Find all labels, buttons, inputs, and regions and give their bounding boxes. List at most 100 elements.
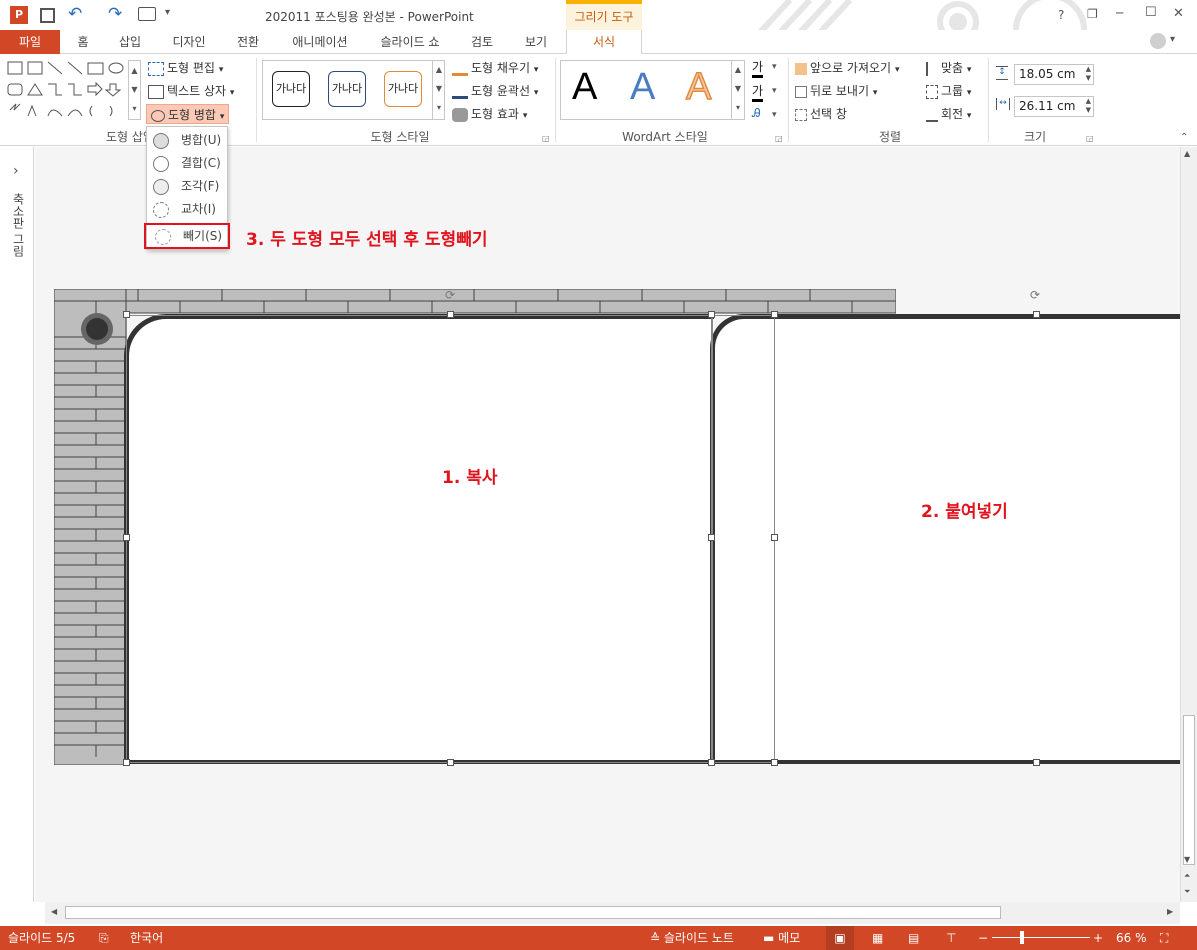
text-fill-button[interactable]: 가 (752, 58, 764, 78)
width-spinner[interactable]: ▲ ▼ (1086, 97, 1091, 115)
close-button[interactable]: ✕ (1173, 6, 1184, 21)
expand-pane-icon[interactable]: › (13, 163, 19, 179)
collapse-ribbon-icon[interactable]: ⌃ (1180, 132, 1188, 143)
normal-view-icon[interactable]: ▣ (826, 926, 854, 950)
height-input[interactable]: 18.05 cm ▲ ▼ (1014, 64, 1094, 85)
horizontal-scrollbar[interactable]: ◀ ▶ (45, 902, 1180, 924)
resize-handle[interactable] (123, 534, 130, 541)
width-input[interactable]: 26.11 cm ▲ ▼ (1014, 96, 1094, 117)
tab-home[interactable]: 홈 (66, 30, 100, 54)
reading-view-icon[interactable]: ▤ (908, 926, 919, 950)
wordart-sample-3[interactable]: A (685, 65, 712, 109)
fit-slide-icon[interactable]: ⛶ (1160, 926, 1168, 950)
resize-handle[interactable] (771, 534, 778, 541)
chevron-down-icon[interactable]: ▾ (772, 62, 777, 72)
wordart-sample-2[interactable]: A (630, 66, 655, 109)
align-button[interactable]: 맞춤 ▾ (926, 58, 971, 78)
redo-icon[interactable]: ↷ (108, 4, 122, 24)
tab-format[interactable]: 서식 (566, 30, 642, 55)
shape-style-gallery-scroll[interactable]: ▲ ▼ ▾ (432, 60, 445, 120)
tab-animations[interactable]: 애니메이션 (282, 30, 358, 54)
wordart-gallery-scroll[interactable]: ▲ ▼ ▾ (731, 60, 744, 120)
menu-item-union[interactable]: 병합(U) (147, 129, 227, 152)
send-backward-button[interactable]: 뒤로 보내기 ▾ (795, 81, 877, 101)
resize-handle[interactable] (1033, 311, 1040, 318)
scroll-left-icon[interactable]: ◀ (51, 907, 57, 916)
thumbnail-pane-collapsed[interactable]: › 축소판 그림 (0, 147, 34, 902)
tab-insert[interactable]: 삽입 (110, 30, 150, 54)
selection-pane-button[interactable]: 선택 창 (795, 104, 847, 124)
chevron-down-icon[interactable]: ▾ (772, 110, 777, 120)
zoom-out-icon[interactable]: − (978, 926, 988, 950)
shape-effects-button[interactable]: 도형 효과 ▾ (452, 104, 527, 124)
user-avatar-icon[interactable] (1150, 33, 1166, 49)
shape-style-sample-3[interactable]: 가나다 (384, 71, 422, 107)
tab-review[interactable]: 검토 (462, 30, 502, 54)
resize-handle[interactable] (1033, 759, 1040, 766)
dialog-launcher-icon[interactable]: ◲ (1086, 134, 1094, 143)
height-spinner[interactable]: ▲ ▼ (1086, 65, 1091, 83)
language-indicator[interactable]: 한국어 (130, 926, 163, 950)
menu-item-subtract[interactable]: 빼기(S) (144, 223, 230, 249)
resize-handle[interactable] (447, 759, 454, 766)
dialog-launcher-icon[interactable]: ◲ (542, 134, 550, 143)
scroll-up-icon[interactable]: ▲ (1184, 149, 1190, 158)
zoom-level[interactable]: 66 % (1116, 926, 1147, 950)
resize-handle[interactable] (123, 759, 130, 766)
rotate-button[interactable]: 회전 ▾ (926, 104, 971, 124)
help-button[interactable]: ? (1058, 8, 1064, 22)
resize-handle[interactable] (708, 534, 715, 541)
chevron-down-icon[interactable]: ▾ (1170, 34, 1175, 45)
shape-fill-button[interactable]: 도형 채우기 ▾ (452, 58, 538, 78)
customize-qat-icon[interactable]: ▾ (165, 7, 170, 18)
resize-handle[interactable] (123, 311, 130, 318)
merge-shapes-button[interactable]: 도형 병합 ▾ (146, 104, 230, 124)
comments-button[interactable]: ▬ 메모 (763, 926, 800, 950)
resize-handle[interactable] (708, 311, 715, 318)
spell-check-icon[interactable]: ⎘ (99, 926, 109, 950)
save-icon[interactable] (40, 8, 55, 23)
zoom-slider[interactable] (992, 937, 1090, 938)
resize-handle[interactable] (447, 311, 454, 318)
undo-icon[interactable]: ↶ (68, 4, 82, 24)
resize-handle[interactable] (771, 759, 778, 766)
prev-slide-icon[interactable]: ⏶ (1184, 871, 1190, 881)
tab-slideshow[interactable]: 슬라이드 쇼 (372, 30, 448, 54)
shape-style-sample-2[interactable]: 가나다 (328, 71, 366, 107)
rotate-handle-icon[interactable]: ⟳ (1030, 288, 1040, 302)
text-outline-button[interactable]: 가 (752, 82, 764, 102)
tab-design[interactable]: 디자인 (164, 30, 214, 54)
ribbon-display-button[interactable]: ❐ (1087, 7, 1098, 21)
present-icon[interactable] (138, 7, 156, 21)
resize-handle[interactable] (771, 311, 778, 318)
maximize-button[interactable]: ☐ (1145, 5, 1157, 20)
tab-transitions[interactable]: 전환 (228, 30, 268, 54)
rotate-handle-icon[interactable]: ⟳ (445, 288, 455, 302)
text-box-button[interactable]: 텍스트 상자 ▾ (148, 81, 234, 101)
notes-button[interactable]: ≙ 슬라이드 노트 (650, 926, 734, 950)
menu-item-intersect[interactable]: 교차(I) (147, 198, 227, 221)
minimize-button[interactable]: ─ (1116, 6, 1123, 20)
chevron-down-icon[interactable]: ▾ (772, 86, 777, 96)
shapes-gallery[interactable] (6, 60, 128, 122)
menu-item-fragment[interactable]: 조각(F) (147, 175, 227, 198)
shape-style-sample-1[interactable]: 가나다 (272, 71, 310, 107)
tab-file[interactable]: 파일 (0, 30, 60, 54)
slide-sorter-icon[interactable]: ▦ (872, 926, 883, 950)
wordart-sample-1[interactable]: A (572, 66, 597, 109)
slide-canvas[interactable]: ⟳ ⟳ 1. 복사 2. 붙여넣기 3. 두 도형 모두 선택 후 도형빼기 (35, 147, 1180, 902)
edit-shape-button[interactable]: 도형 편집 ▾ (148, 58, 223, 78)
zoom-in-icon[interactable]: + (1093, 926, 1103, 950)
resize-handle[interactable] (708, 759, 715, 766)
zoom-slider-thumb[interactable] (1020, 931, 1025, 944)
vertical-scrollbar[interactable]: ▲ ▼ ⏶ ⏷ (1180, 147, 1197, 902)
horizontal-scroll-thumb[interactable] (65, 906, 1001, 919)
bring-forward-button[interactable]: 앞으로 가져오기 ▾ (795, 58, 899, 78)
scroll-down-icon[interactable]: ▼ (1184, 855, 1190, 864)
dialog-launcher-icon[interactable]: ◲ (775, 134, 783, 143)
text-effects-icon[interactable]: Ꭿ (752, 106, 761, 121)
vertical-scroll-thumb[interactable] (1183, 715, 1195, 865)
shape-outline-button[interactable]: 도형 윤곽선 ▾ (452, 81, 538, 101)
shapes-gallery-scroll[interactable]: ▲ ▼ ▾ (128, 60, 141, 120)
slide-counter[interactable]: 슬라이드 5/5 (8, 926, 75, 950)
